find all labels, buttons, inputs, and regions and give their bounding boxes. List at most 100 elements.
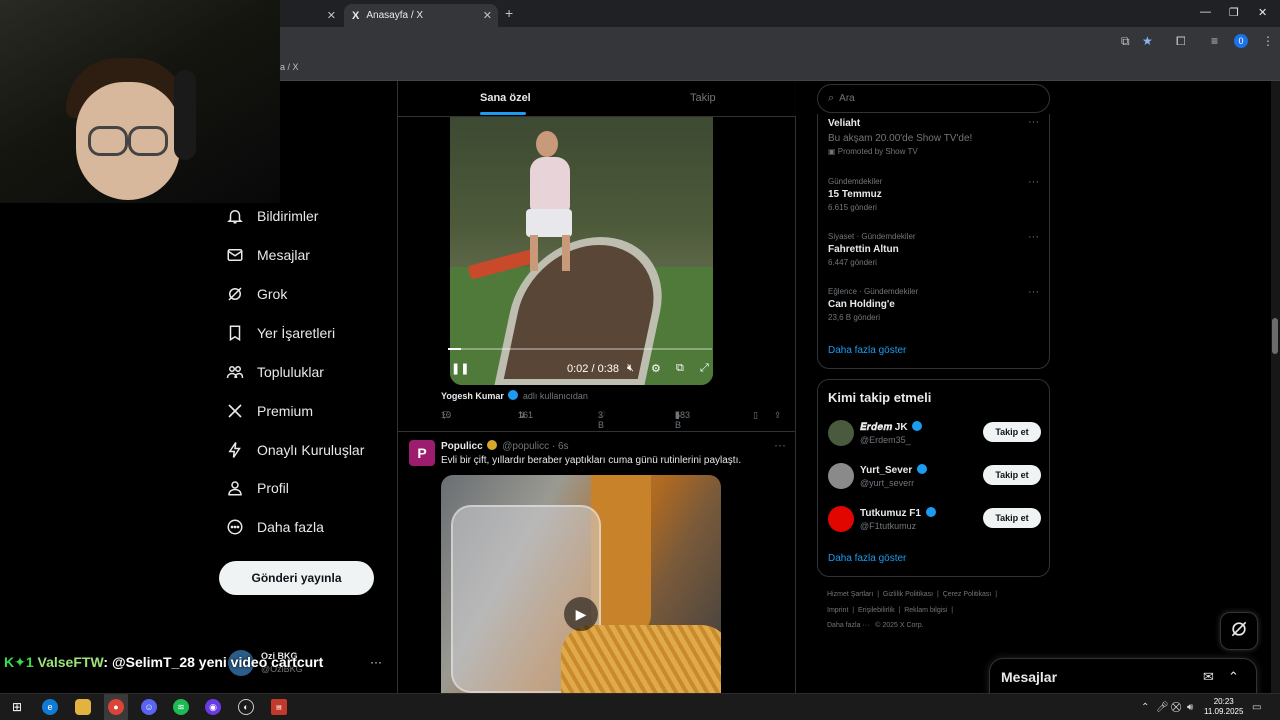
close-icon[interactable]: ✕ (327, 9, 336, 22)
video-scene-shorts (526, 209, 572, 237)
mute-icon[interactable]: 🔇︎ (627, 362, 634, 375)
nav-item-verified-orgs[interactable]: Onaylı Kuruluşlar (226, 435, 364, 465)
tray-chevron-icon[interactable]: ⌃ (1141, 702, 1149, 713)
avatar[interactable] (828, 420, 854, 446)
who-show-more-link[interactable]: Daha fazla göster (828, 553, 906, 564)
microphone-icon[interactable]: 🎤︎ (1156, 702, 1169, 713)
footer-link[interactable]: Reklam bilgisi (904, 607, 947, 614)
chat-text: : @SelimT_28 yeni video cartcurt (103, 654, 324, 670)
steam-icon[interactable]: ◐ (238, 699, 254, 715)
fullscreen-icon[interactable]: ⤢ (700, 362, 709, 375)
minimize-icon[interactable]: — (1200, 6, 1211, 18)
new-tab-button[interactable]: + (505, 5, 513, 21)
author-name[interactable]: Populicc (441, 441, 483, 452)
trend-more-button[interactable]: ··· (1028, 176, 1039, 188)
video-progress-bar[interactable] (448, 348, 712, 350)
edge-icon[interactable]: e (42, 699, 58, 715)
trend-more-button[interactable]: ··· (1028, 231, 1039, 243)
network-icon[interactable]: ⛒ (1171, 702, 1181, 713)
play-icon[interactable]: ▶ (564, 597, 598, 631)
trend-item[interactable]: Eğlence · Gündemdekiler Can Holding'e 23… (828, 287, 918, 322)
footer-link[interactable]: Çerez Politikası (943, 591, 992, 598)
search-input[interactable]: ⌕ Ara (817, 84, 1050, 113)
expand-chevron-icon[interactable]: ⌃ (1228, 669, 1239, 685)
footer-more-link[interactable]: Daha fazla ··· (827, 622, 869, 629)
author-name[interactable]: Yogesh Kumar (441, 391, 504, 401)
extensions-icon[interactable]: ⧠ (1176, 34, 1186, 49)
tab-following[interactable]: Takip (690, 92, 716, 104)
taskbar-clock[interactable]: 20:23 11.09.2025 (1204, 697, 1243, 717)
post-button[interactable]: Gönderi yayınla (219, 561, 374, 595)
window-close-icon[interactable]: ✕ (1258, 6, 1267, 19)
avatar[interactable] (828, 463, 854, 489)
notification-icon[interactable]: ▭ (1252, 702, 1261, 713)
browser-tab-active[interactable]: X Anasayfa / X ✕ (344, 4, 498, 27)
pause-icon[interactable]: ❚❚ (451, 362, 469, 375)
trend-count: 6.447 gönderi (828, 258, 877, 267)
windows-taskbar: ⊞ e ● ☺ ≋ ◉ ◐ ▤ ⌃ 🎤︎ ⛒ 🔊︎ 20:23 11.09.20… (0, 693, 1280, 720)
follow-suggestion[interactable]: Tutkumuz F1 @F1tutkumuz Takip et (828, 506, 1043, 534)
media-controls-icon[interactable]: ≡ (1211, 34, 1218, 48)
nav-item-bookmarks[interactable]: Yer İşaretleri (226, 318, 335, 348)
trend-item[interactable]: Siyaset · Gündemdekiler Fahrettin Altun … (828, 232, 916, 267)
volume-icon[interactable]: 🔊︎ (1187, 702, 1193, 713)
nav-item-grok[interactable]: Grok (226, 279, 287, 309)
trend-item[interactable]: Veliaht Bu akşam 20.00'de Show TV'de! ▣ … (828, 118, 972, 156)
settings-gear-icon[interactable]: ⚙ (651, 362, 661, 375)
account-menu-button[interactable]: ··· (370, 655, 382, 669)
discord-icon[interactable]: ☺ (141, 699, 157, 715)
obs-icon[interactable]: ◉ (205, 699, 221, 715)
nav-item-communities[interactable]: Topluluklar (226, 357, 324, 387)
trend-more-button[interactable]: ··· (1028, 286, 1039, 298)
nav-item-premium[interactable]: Premium (226, 396, 313, 426)
search-placeholder: Ara (839, 93, 855, 104)
nav-item-profile[interactable]: Profil (226, 473, 289, 503)
install-app-icon[interactable]: ⧉ (1121, 34, 1130, 49)
app-icon[interactable]: ▤ (271, 699, 287, 715)
share-icon[interactable]: ⇪ (774, 410, 782, 421)
tab-for-you[interactable]: Sana özel (480, 92, 531, 104)
chrome-icon[interactable]: ● (108, 699, 124, 715)
picture-in-picture-icon[interactable]: ⧉ (676, 362, 684, 375)
browser-menu-icon[interactable]: ⋮ (1262, 34, 1274, 48)
verified-gold-badge-icon (487, 440, 498, 450)
grok-floating-button[interactable] (1220, 612, 1258, 650)
footer-link[interactable]: Gizlilik Politikası (883, 591, 933, 598)
profile-avatar[interactable]: 0 (1234, 34, 1248, 48)
footer-link[interactable]: Hizmet Şartları (827, 591, 873, 598)
video-player[interactable]: ▶ (441, 475, 721, 693)
nav-item-messages[interactable]: Mesajlar (226, 240, 310, 270)
avatar[interactable] (828, 506, 854, 532)
tweet-header: Populicc @populicc · 6s (441, 440, 569, 452)
footer-link[interactable]: Erişilebilirlik (858, 607, 895, 614)
close-icon[interactable]: ✕ (483, 9, 492, 22)
footer-link[interactable]: Imprint (827, 607, 848, 614)
trends-show-more-link[interactable]: Daha fazla göster (828, 345, 906, 356)
author-handle[interactable]: @populicc · 6s (502, 441, 568, 452)
trend-item[interactable]: Gündemdekiler 15 Temmuz 6.615 gönderi (828, 177, 882, 212)
messages-drawer[interactable]: Mesajlar ✉ ⌃ (989, 658, 1257, 698)
file-explorer-icon[interactable] (75, 699, 91, 715)
browser-tab-inactive[interactable]: ✕ (280, 4, 342, 27)
nav-item-notifications[interactable]: Bildirimler (226, 201, 318, 231)
bookmark-icon[interactable]: ▯ (753, 410, 758, 421)
trend-more-button[interactable]: ··· (1028, 116, 1039, 128)
new-message-icon[interactable]: ✉ (1203, 669, 1214, 685)
follow-suggestion[interactable]: 𝑬𝒓𝒅𝒆𝒎 JK @Erdem35_ Takip et (828, 420, 1043, 448)
spotify-icon[interactable]: ≋ (173, 699, 189, 715)
bookmark-star-icon[interactable]: ★ (1142, 34, 1153, 48)
follow-button[interactable]: Takip et (983, 422, 1041, 442)
restore-icon[interactable]: ❐ (1229, 6, 1239, 19)
avatar[interactable]: P (409, 440, 435, 466)
suggestion-name-row: Tutkumuz F1 (860, 507, 938, 519)
nav-item-more[interactable]: Daha fazla (226, 512, 324, 542)
nav-label: Yer İşaretleri (257, 325, 336, 341)
scrollbar-thumb[interactable] (1272, 318, 1278, 354)
follow-button[interactable]: Takip et (983, 465, 1041, 485)
follow-button[interactable]: Takip et (983, 508, 1041, 528)
page-scrollbar[interactable] (1271, 81, 1280, 693)
video-player[interactable] (450, 117, 713, 385)
tweet-more-button[interactable]: ··· (774, 438, 786, 452)
follow-suggestion[interactable]: Yurt_Sever @yurt_severr Takip et (828, 463, 1043, 491)
windows-start-icon[interactable]: ⊞ (9, 699, 25, 715)
